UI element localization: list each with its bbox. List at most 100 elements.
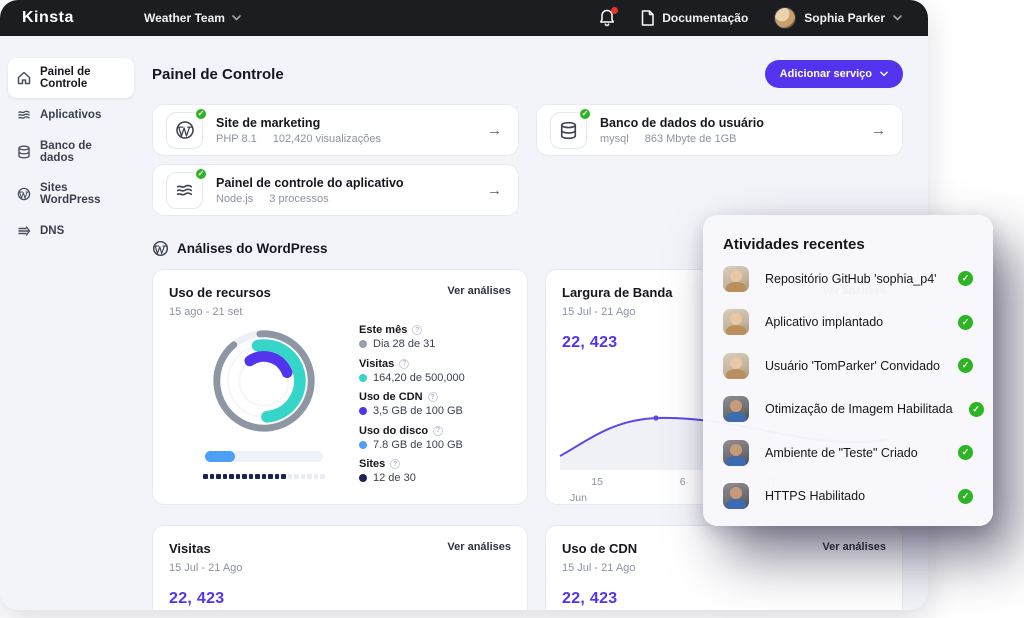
service-title: Painel de controle do aplicativo (216, 176, 404, 190)
wordpress-icon (152, 240, 169, 257)
avatar (723, 396, 749, 422)
check-icon: ✓ (958, 358, 973, 373)
x-tick: 15 (591, 476, 603, 488)
check-icon: ✓ (958, 315, 973, 330)
service-card-marketing-site[interactable]: ✓ Site de marketing PHP 8.1 102,420 visu… (152, 104, 519, 156)
legend-item-sites: Sites ? 12 de 30 (359, 458, 511, 484)
analytics-section-title: Análises do WordPress (177, 241, 328, 256)
view-analytics-link[interactable]: Ver análises (447, 285, 511, 297)
sidebar-item-dns[interactable]: DNS (8, 216, 134, 246)
chevron-down-icon (232, 15, 241, 21)
resource-usage-card: Uso de recursos Ver análises 15 ago - 21… (152, 269, 528, 505)
visits-value: 22, 423 (169, 590, 511, 608)
check-icon: ✓ (958, 489, 973, 504)
legend-value: 12 de 30 (373, 472, 416, 484)
service-stat: 102,420 visualizações (273, 133, 381, 145)
page-title: Painel de Controle (152, 66, 284, 83)
service-card-user-database[interactable]: ✓ Banco de dados do usuário mysql 863 Mb… (536, 104, 903, 156)
home-icon (17, 71, 31, 85)
date-range: 15 Jul - 21 Ago (169, 562, 511, 574)
document-icon (641, 10, 654, 26)
activity-label: Ambiente de "Teste" Criado (765, 446, 918, 460)
resource-usage-donut-chart (205, 322, 323, 440)
sidebar-item-label: Sites WordPress (40, 182, 125, 206)
progress-fill (205, 451, 235, 462)
user-name: Sophia Parker (804, 11, 885, 25)
add-service-button[interactable]: Adicionar serviço (765, 60, 903, 88)
help-icon[interactable]: ? (399, 359, 409, 369)
layers-icon (17, 108, 31, 122)
help-icon[interactable]: ? (433, 426, 443, 436)
team-selector[interactable]: Weather Team (144, 11, 241, 25)
check-icon: ✓ (958, 445, 973, 460)
check-icon: ✓ (969, 402, 984, 417)
arrow-right-icon[interactable]: → (871, 122, 886, 139)
sidebar-item-painel-de-controle[interactable]: Painel de Controle (8, 58, 134, 98)
sidebar-item-label: DNS (40, 225, 64, 237)
legend-label: Este mês (359, 324, 407, 336)
sidebar-item-label: Aplicativos (40, 109, 101, 121)
sidebar-item-aplicativos[interactable]: Aplicativos (8, 100, 134, 130)
activity-row: HTTPS Habilitado ✓ (723, 475, 973, 519)
disk-usage-progress-bar (205, 451, 323, 462)
legend-item-uso-de-cdn: Uso de CDN ? 3,5 GB de 100 GB (359, 391, 511, 417)
view-analytics-link[interactable]: Ver análises (447, 541, 511, 553)
activity-label: HTTPS Habilitado (765, 489, 865, 503)
x-tick: 6 (680, 476, 686, 488)
date-range: 15 ago - 21 set (169, 306, 511, 318)
sites-usage-dots (203, 474, 325, 479)
chevron-down-icon (880, 71, 888, 77)
notification-dot (611, 7, 618, 14)
legend-label: Uso do disco (359, 425, 428, 437)
help-icon[interactable]: ? (390, 459, 400, 469)
legend-dot (359, 441, 367, 449)
service-card-app-dashboard[interactable]: ✓ Painel de controle do aplicativo Node.… (152, 164, 519, 216)
cdn-usage-card: Uso de CDN Ver análises 15 Jul - 21 Ago … (545, 525, 903, 610)
legend-label: Sites (359, 458, 385, 470)
wordpress-icon (17, 187, 31, 201)
legend-label: Uso de CDN (359, 391, 423, 403)
arrow-right-icon[interactable]: → (487, 122, 502, 139)
legend-item-este-mes: Este mês ? Dia 28 de 31 (359, 324, 511, 350)
activity-label: Usuário 'TomParker' Convidado (765, 359, 940, 373)
avatar (723, 266, 749, 292)
user-avatar (774, 7, 796, 29)
notifications-button[interactable] (599, 9, 615, 27)
recent-activities-popup: Atividades recentes Repositório GitHub '… (703, 215, 993, 526)
legend-label: Visitas (359, 358, 394, 370)
status-ok-icon: ✓ (194, 107, 208, 121)
activity-row: Aplicativo implantado ✓ (723, 301, 973, 345)
sidebar: Painel de Controle Aplicativos Banco de … (0, 36, 142, 610)
status-ok-icon: ✓ (194, 167, 208, 181)
service-runtime: mysql (600, 133, 629, 145)
help-icon[interactable]: ? (428, 392, 438, 402)
help-icon[interactable]: ? (412, 325, 422, 335)
service-stat: 863 Mbyte de 1GB (645, 133, 737, 145)
activity-row: Repositório GitHub 'sophia_p4' ✓ (723, 257, 973, 301)
service-stat: 3 processos (269, 193, 328, 205)
avatar (723, 353, 749, 379)
arrow-right-icon[interactable]: → (487, 182, 502, 199)
documentation-label: Documentação (662, 11, 748, 25)
x-axis-month-label: Jun (570, 492, 587, 504)
avatar (723, 309, 749, 335)
layers-icon (175, 181, 194, 200)
user-menu[interactable]: Sophia Parker (774, 7, 902, 29)
avatar (723, 483, 749, 509)
sidebar-item-label: Banco de dados (40, 140, 125, 164)
add-service-label: Adicionar serviço (780, 68, 872, 80)
date-range: 15 Jul - 21 Ago (562, 562, 886, 574)
cdn-value: 22, 423 (562, 590, 886, 608)
sidebar-item-banco-de-dados[interactable]: Banco de dados (8, 132, 134, 172)
chevron-down-icon (893, 15, 902, 21)
database-icon (559, 121, 578, 140)
documentation-link[interactable]: Documentação (641, 10, 748, 26)
card-title: Visitas (169, 541, 211, 556)
service-runtime: Node.js (216, 193, 253, 205)
view-analytics-link[interactable]: Ver análises (822, 541, 886, 553)
services-grid: ✓ Site de marketing PHP 8.1 102,420 visu… (152, 104, 903, 216)
resource-legend: Este mês ? Dia 28 de 31 (359, 322, 511, 484)
sidebar-item-sites-wordpress[interactable]: Sites WordPress (8, 174, 134, 214)
legend-item-uso-do-disco: Uso do disco ? 7.8 GB de 100 GB (359, 425, 511, 451)
dns-icon (17, 224, 31, 238)
